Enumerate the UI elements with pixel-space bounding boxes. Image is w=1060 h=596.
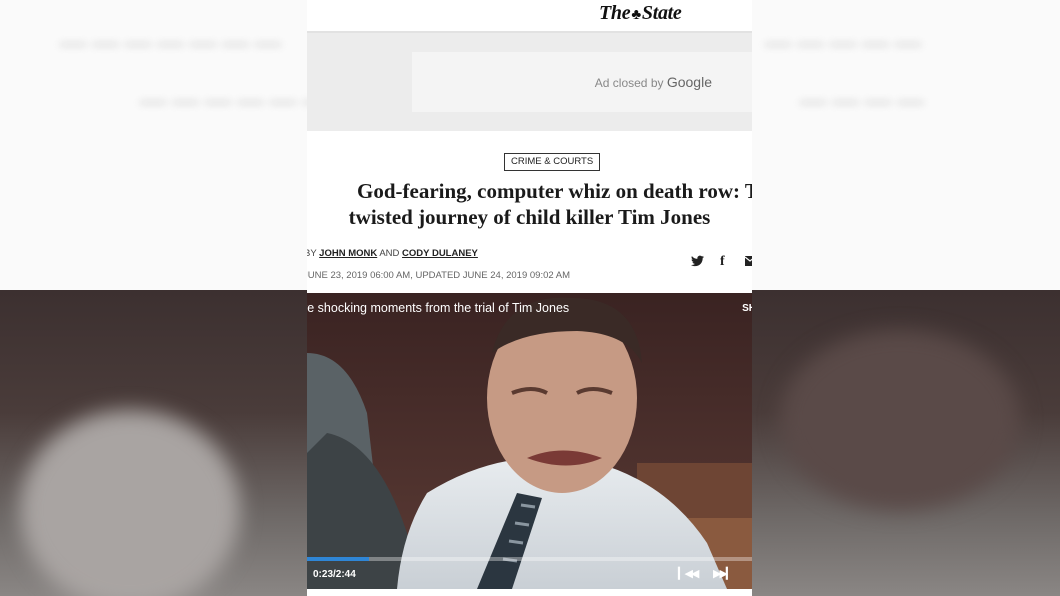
background-blurred-headline-right: — — — — —	[765, 28, 921, 57]
video-frame	[307, 293, 752, 589]
next-icon[interactable]: ▶▶▎	[713, 567, 734, 580]
logo-text-state: State	[641, 2, 682, 24]
twitter-icon[interactable]	[691, 254, 704, 270]
headline-line-2: twisted journey of child killer Tim Jone…	[348, 205, 711, 229]
ad-closed-box: Ad closed by Google	[412, 52, 752, 112]
section-tag[interactable]: CRIME & COURTS	[504, 153, 601, 171]
tree-icon: ♣	[631, 7, 641, 23]
byline-prefix: BY	[307, 248, 317, 259]
video-title: ve shocking moments from the trial of Ti…	[307, 301, 570, 315]
video-progress-fill	[307, 557, 370, 561]
author-link-john-monk[interactable]: JOHN MONK	[319, 248, 377, 259]
video-share-button[interactable]: SH	[742, 303, 752, 314]
masthead: The♣State	[307, 0, 752, 33]
background-blurred-headline-left: — — — — — — —	[60, 28, 281, 57]
video-time: 0:23/2:44	[313, 569, 356, 580]
email-icon[interactable]	[744, 254, 752, 270]
background-blurred-headline-left-2: — — — — — —	[140, 86, 329, 115]
ad-closed-text: Ad closed by	[594, 76, 664, 90]
previous-icon[interactable]: ▎◀◀	[678, 567, 699, 580]
byline-and: AND	[379, 248, 400, 259]
video-progress-bar[interactable]	[307, 557, 752, 561]
site-logo[interactable]: The♣State	[599, 2, 682, 25]
article-page: The♣State Ad closed by Google CRIME & CO…	[307, 0, 752, 596]
headline-line-1: God-fearing, computer whiz on death row:…	[357, 179, 752, 203]
google-brand: Google	[666, 74, 712, 90]
byline: BY JOHN MONK AND CODY DULANEY	[307, 248, 478, 259]
background-blurred-headline-right-2: — — — —	[800, 86, 924, 115]
background-blurred-figure-right	[780, 330, 1020, 510]
ad-slot: Ad closed by Google	[307, 33, 752, 131]
background-blurred-figure-left	[20, 410, 240, 596]
dateline: JUNE 23, 2019 06:00 AM, UPDATED JUNE 24,…	[307, 270, 571, 281]
author-link-cody-dulaney[interactable]: CODY DULANEY	[402, 248, 478, 259]
article-headline: God-fearing, computer whiz on death row:…	[307, 178, 752, 230]
ad-closed-label: Ad closed by Google	[595, 74, 712, 90]
video-player[interactable]: ve shocking moments from the trial of Ti…	[307, 293, 752, 589]
logo-text-the: The	[599, 2, 631, 24]
facebook-icon[interactable]: f	[720, 254, 725, 270]
